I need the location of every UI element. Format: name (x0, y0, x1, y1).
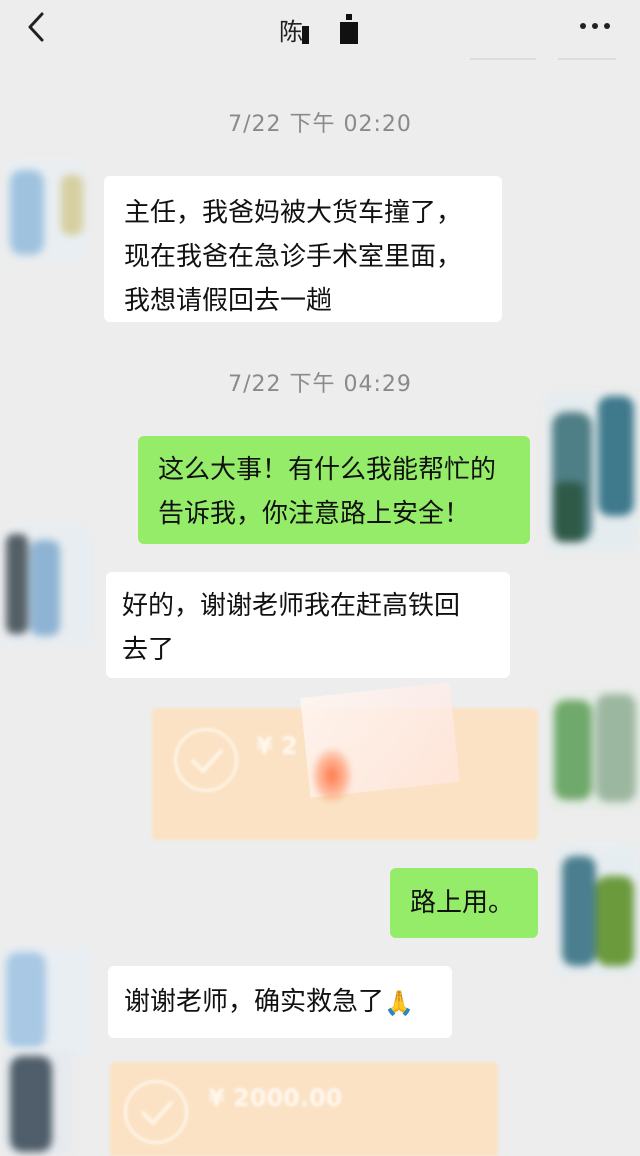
check-circle-icon (174, 728, 238, 792)
praying-hands-emoji: 🙏 (384, 988, 414, 1017)
message-text: 谢谢老师，确实救急了 (124, 987, 385, 1017)
message-bubble-outgoing[interactable]: 这么大事！有什么我能帮忙的 告诉我，你注意路上安全！ (138, 436, 530, 544)
contact-avatar[interactable] (6, 160, 86, 260)
contact-avatar[interactable] (2, 946, 92, 1056)
message-text: 我想请假回去一趟 (124, 286, 333, 316)
message-bubble-incoming[interactable]: 主任，我爸妈被大货车撞了， 现在我爸在急诊手术室里面， 我想请假回去一趟 (104, 176, 502, 322)
message-bubble-incoming[interactable]: 谢谢老师，确实救急了🙏 (108, 966, 452, 1038)
message-text: 现在我爸在急诊手术室里面， (124, 242, 463, 272)
redaction-marks (302, 14, 358, 44)
contact-avatar[interactable] (4, 526, 94, 646)
more-dots-icon[interactable] (578, 14, 612, 38)
self-avatar[interactable] (556, 846, 640, 976)
message-text: 去了 (122, 635, 175, 665)
self-avatar[interactable] (550, 690, 640, 810)
chat-header: 陈 (0, 0, 640, 64)
self-avatar[interactable] (546, 392, 638, 552)
header-divider (558, 58, 616, 60)
timestamp: 7/22 下午 04:29 (228, 372, 412, 397)
message-text: 主任，我爸妈被大货车撞了， (124, 198, 463, 228)
transfer-amount: ¥ 2 (256, 732, 298, 760)
message-text: 这么大事！有什么我能帮忙的 (158, 455, 497, 485)
obscuring-sticker-mark (312, 748, 352, 803)
timestamp: 7/22 下午 02:20 (228, 112, 412, 137)
chevron-left-icon[interactable] (22, 10, 52, 44)
message-line: 谢谢老师，确实救急了🙏 (124, 980, 436, 1025)
message-bubble-outgoing[interactable]: 路上用。 (390, 868, 538, 938)
message-bubble-incoming[interactable]: 好的，谢谢老师我在赶高铁回 去了 (106, 572, 510, 678)
header-divider (470, 58, 536, 60)
check-circle-icon (124, 1080, 188, 1144)
contact-avatar[interactable] (2, 1050, 72, 1156)
message-text: 路上用。 (410, 888, 515, 918)
transfer-card[interactable]: ¥ 2000.00 (110, 1062, 498, 1156)
transfer-amount: ¥ 2000.00 (208, 1084, 343, 1112)
message-text: 告诉我，你注意路上安全！ (158, 499, 471, 529)
message-text: 好的，谢谢老师我在赶高铁回 (122, 591, 461, 621)
